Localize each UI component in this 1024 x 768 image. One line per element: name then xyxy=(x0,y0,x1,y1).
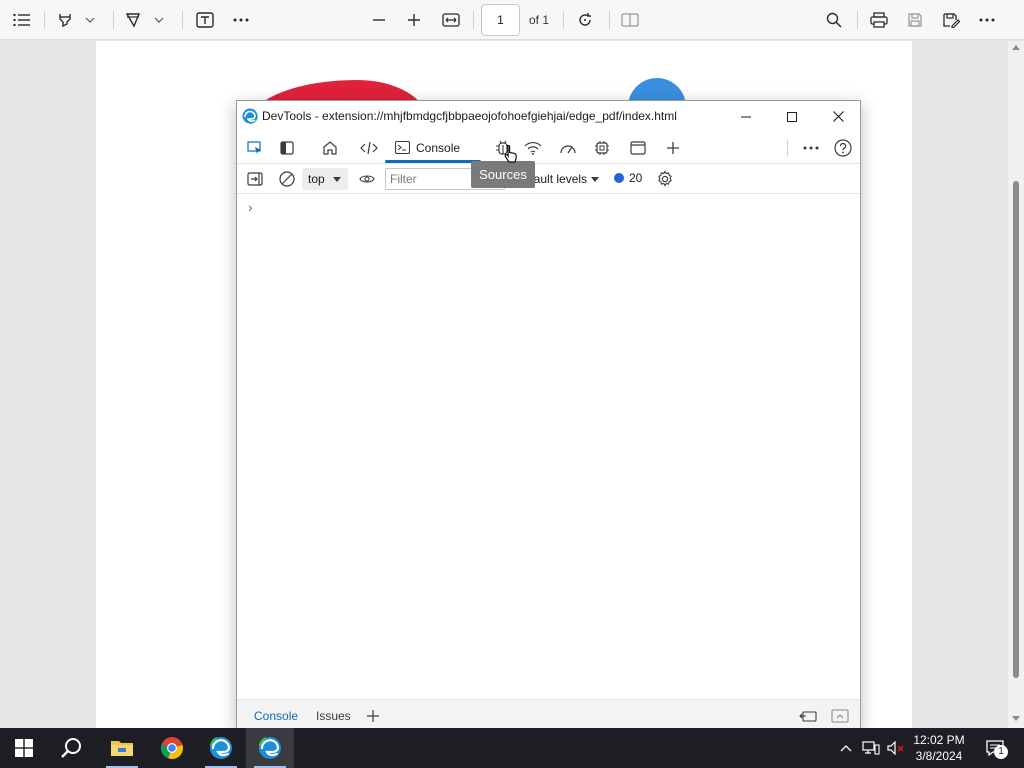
dock-drawer-icon[interactable] xyxy=(795,704,821,728)
tab-bar-divider xyxy=(787,140,788,156)
console-tab-icon xyxy=(395,141,410,154)
welcome-home-icon[interactable] xyxy=(317,136,343,160)
devtools-drawer-tabs: Console Issues xyxy=(237,699,860,729)
devtools-window-title: DevTools - extension://mhjfbmdgcfjbbpaeo… xyxy=(262,109,677,123)
help-icon[interactable] xyxy=(830,136,856,160)
windows-taskbar: 12:02 PM 3/8/2024 1 xyxy=(0,728,1024,768)
memory-chip-icon[interactable] xyxy=(589,136,615,160)
scroll-up-arrow-icon[interactable] xyxy=(1012,45,1020,50)
search-taskbar-icon[interactable] xyxy=(48,728,96,768)
elements-tab-icon[interactable] xyxy=(356,136,382,160)
devtools-window: DevTools - extension://mhjfbmdgcfjbbpaeo… xyxy=(236,100,861,730)
application-panel-icon[interactable] xyxy=(625,136,651,160)
print-icon[interactable] xyxy=(867,8,891,32)
show-sidebar-icon[interactable] xyxy=(242,167,268,191)
context-dropdown-arrow-icon xyxy=(332,176,341,182)
notification-count-badge: 1 xyxy=(994,745,1008,759)
highlighter-options-chevron-icon[interactable] xyxy=(82,8,98,32)
customize-more-icon[interactable] xyxy=(798,136,824,160)
save-as-icon[interactable] xyxy=(939,8,963,32)
execution-context-label: top xyxy=(308,172,325,186)
draw-options-chevron-icon[interactable] xyxy=(151,8,167,32)
clock-time: 12:02 PM xyxy=(913,733,965,747)
info-message-icon xyxy=(614,173,624,183)
close-window-button[interactable] xyxy=(815,101,861,132)
drawer-tab-console[interactable]: Console xyxy=(254,709,298,723)
console-prompt-chevron[interactable]: › xyxy=(248,199,253,215)
tab-console[interactable]: Console xyxy=(385,132,481,163)
toolbar-divider xyxy=(473,11,474,29)
save-icon[interactable] xyxy=(903,8,927,32)
network-wifi-icon[interactable] xyxy=(520,136,546,160)
zoom-in-icon[interactable] xyxy=(402,8,426,32)
page-total-label: of 1 xyxy=(529,13,550,27)
more-tools-plus-icon[interactable] xyxy=(660,136,686,160)
scroll-down-arrow-icon[interactable] xyxy=(1012,716,1020,721)
toolbar-divider xyxy=(609,11,610,29)
vertical-scrollbar[interactable] xyxy=(1008,41,1024,728)
close-drawer-icon[interactable] xyxy=(827,704,853,728)
device-emulation-icon[interactable] xyxy=(274,136,300,160)
add-drawer-tab-icon[interactable] xyxy=(360,704,386,728)
scrollbar-thumb[interactable] xyxy=(1013,181,1019,678)
chrome-icon[interactable] xyxy=(148,728,196,768)
draw-icon[interactable] xyxy=(122,8,144,32)
message-count-badge[interactable]: 20 xyxy=(614,171,642,185)
execution-context-select[interactable]: top xyxy=(302,168,348,190)
toolbar-divider xyxy=(113,11,114,29)
console-output-area[interactable]: › xyxy=(237,195,860,699)
network-icon[interactable] xyxy=(858,728,884,768)
settings-more-icon[interactable] xyxy=(975,8,999,32)
minimize-button[interactable] xyxy=(723,101,769,132)
notification-center-icon[interactable]: 1 xyxy=(980,728,1010,768)
maximize-button[interactable] xyxy=(769,101,815,132)
toolbar-divider xyxy=(563,11,564,29)
console-settings-gear-icon[interactable] xyxy=(652,167,678,191)
toolbar-divider xyxy=(182,11,183,29)
message-count-label: 20 xyxy=(629,171,643,185)
performance-gauge-icon[interactable] xyxy=(555,136,581,160)
drawer-tab-issues[interactable]: Issues xyxy=(316,709,351,723)
rotate-icon[interactable] xyxy=(573,8,597,32)
edge-logo-icon xyxy=(242,108,258,124)
devtools-titlebar[interactable]: DevTools - extension://mhjfbmdgcfjbbpaeo… xyxy=(237,101,860,132)
devtools-tab-bar: Console xyxy=(237,132,860,164)
taskbar-clock[interactable]: 12:02 PM 3/8/2024 xyxy=(906,732,972,764)
inspect-element-icon[interactable] xyxy=(242,136,268,160)
clear-console-icon[interactable] xyxy=(274,167,300,191)
more-tools-icon[interactable] xyxy=(229,8,253,32)
edge-taskbar-icon[interactable] xyxy=(197,728,245,768)
text-box-icon[interactable] xyxy=(193,8,217,32)
file-explorer-icon[interactable] xyxy=(98,728,146,768)
pdf-toolbar: of 1 xyxy=(0,0,1024,40)
highlighter-icon[interactable] xyxy=(54,8,76,32)
show-hidden-icons-chevron-icon[interactable] xyxy=(834,728,858,768)
zoom-out-icon[interactable] xyxy=(367,8,391,32)
start-windows-icon[interactable] xyxy=(0,728,48,768)
mouse-cursor-icon xyxy=(503,144,519,164)
page-number-input[interactable] xyxy=(481,4,520,36)
tab-console-label: Console xyxy=(416,140,461,155)
clock-date: 3/8/2024 xyxy=(915,749,963,763)
live-expression-eye-icon[interactable] xyxy=(354,167,380,191)
levels-dropdown-arrow-icon xyxy=(591,176,600,182)
edge-devtools-taskbar-icon[interactable] xyxy=(246,728,294,768)
two-page-view-icon[interactable] xyxy=(618,8,642,32)
search-icon[interactable] xyxy=(822,8,846,32)
toolbar-divider xyxy=(857,11,858,29)
active-tab-indicator xyxy=(385,160,481,163)
fit-width-icon[interactable] xyxy=(439,8,463,32)
contents-list-icon[interactable] xyxy=(10,8,34,32)
sources-tooltip: Sources xyxy=(471,161,535,188)
toolbar-divider xyxy=(44,11,45,29)
console-toolbar: top Default levels 20 xyxy=(237,164,860,194)
